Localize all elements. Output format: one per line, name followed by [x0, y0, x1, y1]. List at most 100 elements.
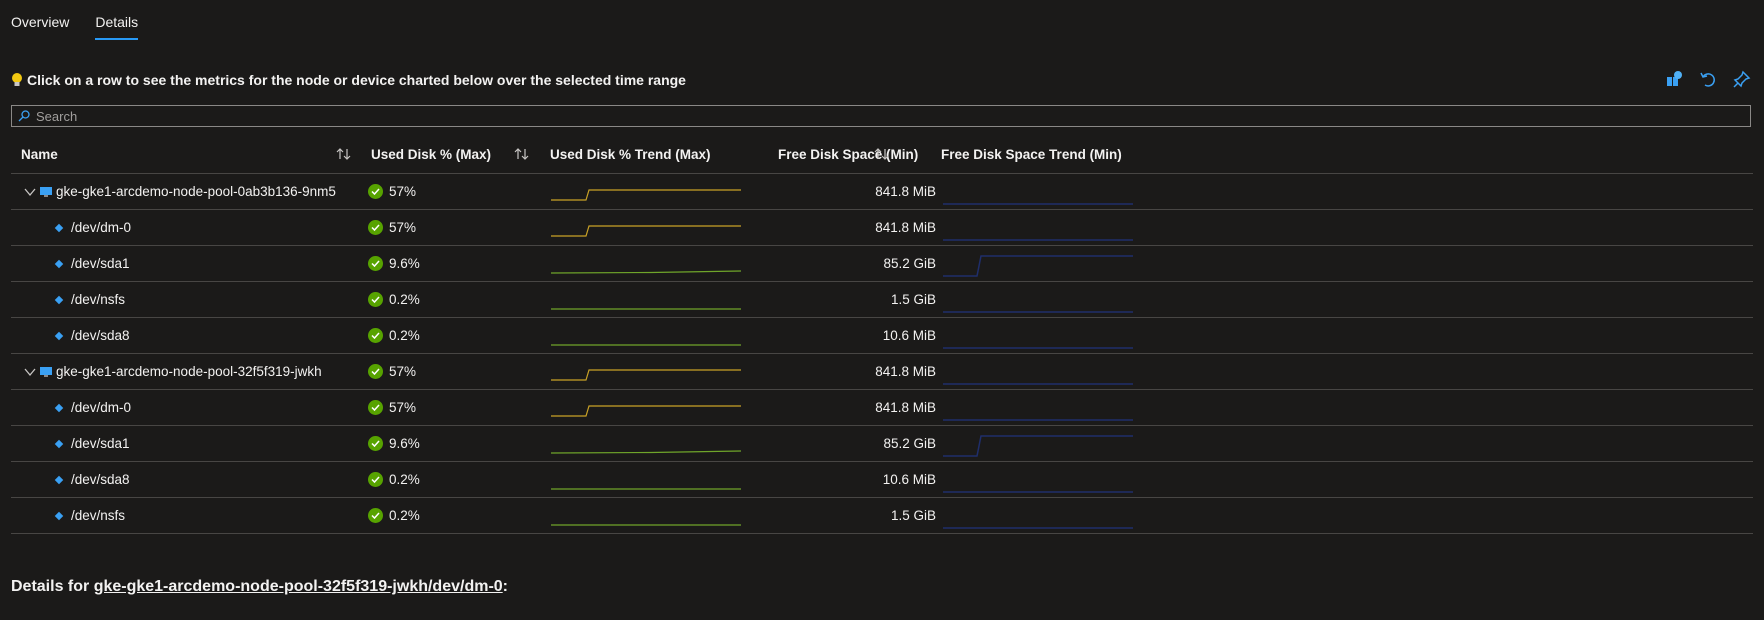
monitor-icon	[40, 186, 52, 197]
undo-icon[interactable]	[1698, 69, 1718, 89]
free-value: 841.8 MiB	[875, 220, 936, 235]
free-value: 10.6 MiB	[882, 328, 936, 343]
check-icon	[368, 256, 383, 271]
used-value: 0.2%	[389, 328, 420, 343]
hint-text: Click on a row to see the metrics for th…	[27, 72, 686, 88]
row-name: /dev/sda8	[71, 472, 130, 487]
chevron-down-icon[interactable]	[23, 185, 37, 199]
sort-icon[interactable]	[513, 146, 531, 162]
free-trend-sparkline	[943, 239, 1133, 241]
device-icon	[54, 475, 64, 484]
search-box[interactable]	[11, 105, 1751, 127]
col-header-free-trend[interactable]: Free Disk Space Trend (Min)	[941, 147, 1122, 162]
free-trend-sparkline	[943, 347, 1133, 349]
check-icon	[368, 220, 383, 235]
details-heading: Details for gke-gke1-arcdemo-node-pool-3…	[11, 578, 508, 596]
col-header-used-trend[interactable]: Used Disk % Trend (Max)	[550, 147, 711, 162]
free-value: 85.2 GiB	[883, 256, 936, 271]
details-prefix: Details for	[11, 578, 94, 595]
row-name: gke-gke1-arcdemo-node-pool-32f5f319-jwkh	[56, 364, 322, 379]
device-icon	[54, 295, 64, 304]
workbook-icon[interactable]	[1664, 69, 1684, 89]
search-icon	[18, 110, 30, 122]
free-value: 85.2 GiB	[883, 436, 936, 451]
details-link[interactable]: gke-gke1-arcdemo-node-pool-32f5f319-jwkh…	[94, 578, 503, 595]
used-value: 57%	[389, 220, 417, 235]
tab-overview[interactable]: Overview	[11, 0, 69, 42]
row-name: /dev/sda1	[71, 436, 130, 451]
check-icon	[368, 400, 383, 415]
device-row[interactable]: /dev/sda1 9.6% 85.2 GiB	[11, 426, 1753, 462]
device-icon	[54, 511, 64, 520]
free-trend-sparkline	[943, 419, 1133, 421]
device-row[interactable]: /dev/nsfs 0.2% 1.5 GiB	[11, 498, 1753, 534]
row-name: /dev/sda1	[71, 256, 130, 271]
used-value: 57%	[389, 364, 417, 379]
device-icon	[54, 439, 64, 448]
check-icon	[368, 508, 383, 523]
check-icon	[368, 364, 383, 379]
tab-bar: Overview Details	[11, 0, 138, 42]
used-value: 57%	[389, 184, 417, 199]
sort-icon[interactable]	[873, 146, 891, 162]
free-value: 1.5 GiB	[890, 508, 936, 523]
search-input[interactable]	[34, 107, 1750, 125]
free-trend-sparkline	[943, 491, 1133, 493]
check-icon	[368, 472, 383, 487]
disk-grid: Name Used Disk % (Max) Used Disk % Trend…	[11, 137, 1753, 534]
device-row[interactable]: /dev/sda1 9.6% 85.2 GiB	[11, 246, 1753, 282]
row-name: /dev/nsfs	[71, 508, 126, 523]
used-value: 57%	[389, 400, 417, 415]
device-icon	[54, 259, 64, 268]
device-icon	[54, 403, 64, 412]
pin-icon[interactable]	[1732, 69, 1752, 89]
col-header-free[interactable]: Free Disk Space (Min)	[778, 147, 918, 162]
free-trend-sparkline	[943, 203, 1133, 205]
used-value: 9.6%	[389, 256, 420, 271]
check-icon	[368, 328, 383, 343]
check-icon	[368, 292, 383, 307]
device-icon	[54, 223, 64, 232]
row-name: /dev/nsfs	[71, 292, 126, 307]
device-row[interactable]: /dev/dm-0 57% 841.8 MiB	[11, 210, 1753, 246]
free-value: 10.6 MiB	[882, 472, 936, 487]
col-header-name[interactable]: Name	[21, 147, 58, 162]
free-trend-sparkline	[943, 311, 1133, 313]
row-name: /dev/dm-0	[71, 400, 132, 415]
used-value: 0.2%	[389, 472, 420, 487]
free-value: 841.8 MiB	[875, 184, 936, 199]
col-header-used[interactable]: Used Disk % (Max)	[371, 147, 491, 162]
sort-icon[interactable]	[335, 146, 353, 162]
toolbar	[1664, 69, 1752, 89]
device-row[interactable]: /dev/sda8 0.2% 10.6 MiB	[11, 318, 1753, 354]
details-suffix: :	[502, 578, 508, 595]
free-value: 841.8 MiB	[875, 400, 936, 415]
check-icon	[368, 436, 383, 451]
hint-message: Click on a row to see the metrics for th…	[11, 72, 686, 88]
device-row[interactable]: /dev/dm-0 57% 841.8 MiB	[11, 390, 1753, 426]
free-trend-sparkline	[943, 255, 1133, 277]
used-value: 0.2%	[389, 508, 420, 523]
device-icon	[54, 331, 64, 340]
tab-details[interactable]: Details	[95, 0, 138, 42]
grid-header: Name Used Disk % (Max) Used Disk % Trend…	[11, 137, 1753, 174]
node-row[interactable]: gke-gke1-arcdemo-node-pool-32f5f319-jwkh…	[11, 354, 1753, 390]
grid-body: gke-gke1-arcdemo-node-pool-0ab3b136-9nm5…	[11, 174, 1753, 534]
row-name: /dev/sda8	[71, 328, 130, 343]
device-row[interactable]: /dev/nsfs 0.2% 1.5 GiB	[11, 282, 1753, 318]
free-trend-sparkline	[943, 383, 1133, 385]
free-trend-sparkline	[943, 527, 1133, 529]
device-row[interactable]: /dev/sda8 0.2% 10.6 MiB	[11, 462, 1753, 498]
row-name: gke-gke1-arcdemo-node-pool-0ab3b136-9nm5	[56, 184, 336, 199]
lightbulb-icon	[12, 73, 22, 86]
free-value: 1.5 GiB	[890, 292, 936, 307]
used-value: 0.2%	[389, 292, 420, 307]
monitor-icon	[40, 366, 52, 377]
row-name: /dev/dm-0	[71, 220, 132, 235]
chevron-down-icon[interactable]	[23, 365, 37, 379]
free-value: 841.8 MiB	[875, 364, 936, 379]
check-icon	[368, 184, 383, 199]
used-value: 9.6%	[389, 436, 420, 451]
node-row[interactable]: gke-gke1-arcdemo-node-pool-0ab3b136-9nm5…	[11, 174, 1753, 210]
free-trend-sparkline	[943, 435, 1133, 457]
